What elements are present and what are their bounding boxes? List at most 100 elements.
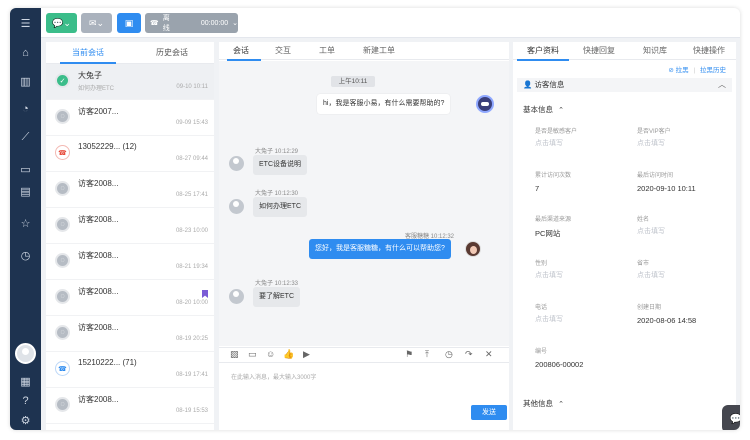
tab-current-conversations[interactable]: 当前会话 <box>46 42 130 63</box>
visitor-message: 要了解ETC <box>253 287 300 307</box>
tab-history-conversations[interactable]: 历史会话 <box>130 42 214 63</box>
field-label: 编号 <box>535 349 548 355</box>
emoji-icon[interactable]: ☺ <box>266 349 275 359</box>
send-button[interactable]: 发送 <box>471 405 507 420</box>
pie-chart-icon[interactable]: ◔ <box>10 98 41 120</box>
bar-chart-icon[interactable]: ▥ <box>10 70 41 92</box>
forward-icon[interactable]: ↷ <box>465 349 473 360</box>
conversation-name: 15210222... (71) <box>78 358 137 367</box>
image-icon[interactable]: ▨ <box>230 349 239 360</box>
apps-grid-icon[interactable]: ▦ <box>10 370 41 392</box>
tab-conversation[interactable]: 会话 <box>227 42 261 61</box>
wechat-channel-button[interactable]: 💬 ⌄ <box>46 13 77 33</box>
field-input[interactable]: 点击填写 <box>535 138 563 148</box>
tab-ticket[interactable]: 工单 <box>319 42 335 60</box>
mail-icon: ✉ <box>88 17 97 28</box>
block-links: ⊘ 拉黑 | 拉黑历史 <box>668 64 726 74</box>
phone-icon: ☎ <box>150 20 159 27</box>
field-input[interactable]: 点击填写 <box>535 314 563 324</box>
star-icon[interactable]: ☆ <box>10 212 41 234</box>
conversation-name: 大兔子 <box>78 71 102 80</box>
message-meta: 大兔子 10:12:30 <box>255 191 299 197</box>
history-clock-icon[interactable]: ◷ <box>445 349 453 360</box>
folder-icon[interactable]: ▭ <box>248 349 257 360</box>
field-input[interactable]: 点击填写 <box>637 138 665 148</box>
conversation-time: 08-25 17:41 <box>175 192 208 198</box>
clock-icon[interactable]: ◷ <box>10 244 41 266</box>
conversation-name: 访客2008... <box>78 179 119 188</box>
collapse-icon[interactable]: ⌃ <box>558 401 564 408</box>
video-icon[interactable]: ▶ <box>303 349 310 360</box>
conversation-item[interactable]: ◌ 访客2008... 08-23 10:00 <box>46 208 214 244</box>
field-value: 2020-08-06 14:58 <box>637 316 697 325</box>
tab-quick-reply[interactable]: 快捷回复 <box>583 42 615 60</box>
conversation-item[interactable]: ◌ 访客2008... 08-19 20:25 <box>46 316 214 352</box>
email-channel-button[interactable]: ✉ ⌄ <box>81 13 112 33</box>
field-label: 性别 <box>535 261 548 267</box>
conversation-item[interactable]: ◌ 访客2007... 09-09 15:43 <box>46 100 214 136</box>
web-visitor-icon: ◌ <box>55 289 70 304</box>
home-icon[interactable]: ⌂ <box>10 42 41 64</box>
field-input[interactable]: 点击填写 <box>637 270 665 280</box>
visitor-info-title: 访客信息 <box>534 80 565 89</box>
document-icon[interactable]: ▤ <box>10 180 41 202</box>
chevron-up-icon[interactable]: ︿ <box>718 78 726 92</box>
web-visitor-icon: ◌ <box>55 397 70 412</box>
field-label: 累计访问次数 <box>535 173 572 179</box>
monitor-icon[interactable]: ▭ <box>10 158 41 180</box>
conversation-item[interactable]: ◌ 访客2008... 08-19 15:53 <box>46 388 214 424</box>
thumbs-up-icon[interactable]: 👍 <box>283 349 294 360</box>
other-info-title: 其他信息 ⌃ <box>523 399 564 408</box>
conversation-item[interactable]: ☎ 13052229... (12) 08-27 09:44 <box>46 136 214 172</box>
conversation-time: 08-23 10:00 <box>175 228 208 234</box>
visitor-info-header[interactable]: 👤 访客信息 ︿ <box>517 78 732 92</box>
block-history-link[interactable]: 拉黑历史 <box>700 67 726 74</box>
tab-quick-actions[interactable]: 快捷操作 <box>693 42 725 60</box>
visitor-message: 如何办理ETC <box>253 197 307 217</box>
input-toolbar: ▨ ▭ ☺ 👍 ▶ ⚑ ⤒ ◷ ↷ ✕ <box>219 347 509 363</box>
tab-knowledge-base[interactable]: 知识库 <box>643 42 667 60</box>
web-visitor-icon: ◌ <box>55 253 70 268</box>
tab-customer-profile[interactable]: 客户资料 <box>517 42 569 61</box>
missed-call-icon: ☎ <box>55 145 70 160</box>
field-input[interactable]: 点击填写 <box>535 270 563 280</box>
settings-icon[interactable]: ⚙ <box>10 409 41 430</box>
transfer-up-icon[interactable]: ⤒ <box>425 349 429 360</box>
message-channel-button[interactable]: ▣ <box>117 13 141 33</box>
conversation-time: 08-21 19:34 <box>175 264 208 270</box>
tab-new-ticket[interactable]: 新建工单 <box>363 42 395 60</box>
tab-interaction[interactable]: 交互 <box>275 42 291 60</box>
time-divider: 上午10:11 <box>331 76 375 87</box>
conversation-item[interactable]: ◌ 访客2008... 08-20 10:00 <box>46 280 214 316</box>
field-label: 创建日期 <box>637 305 662 311</box>
field-input[interactable]: 点击填写 <box>637 226 665 236</box>
chat-panel: 会话 交互 工单 新建工单 上午10:11 hi，我是客服小易，有什么需要帮助的… <box>219 42 509 430</box>
left-nav: ☰ ⌂ ▥ ◔ ⟋ ▭ ▤ ☆ ◷ ▦ ? ⚙ <box>10 8 41 430</box>
phone-status-button[interactable]: ☎ 离线 00:00:00 ⌄ <box>145 13 238 33</box>
conversation-item[interactable]: ✓ 大兔子 如何办理ETC 09-10 10:11 <box>46 64 214 100</box>
agent-avatar <box>465 241 481 257</box>
menu-icon[interactable]: ☰ <box>10 12 41 34</box>
agent-message: 您好，我是客服糖糖，有什么可以帮助您? <box>309 239 451 259</box>
collapse-icon[interactable]: ⌃ <box>558 107 564 114</box>
conversation-tabs: 当前会话 历史会话 <box>46 42 214 64</box>
conversation-time: 09-09 15:43 <box>175 120 208 126</box>
block-link[interactable]: ⊘ 拉黑 <box>668 67 688 74</box>
conversation-item[interactable]: ◌ 访客2008... 08-25 17:41 <box>46 172 214 208</box>
message-input[interactable]: 在此输入消息，最大输入3000字 <box>231 372 316 381</box>
bookmark-icon[interactable]: ⚑ <box>405 349 413 360</box>
field-label: 最后访问时间 <box>637 173 674 179</box>
message-area: 上午10:11 hi，我是客服小易，有什么需要帮助的? 大兔子 10:12:29… <box>219 61 509 346</box>
field-label: 姓名 <box>637 217 650 223</box>
bookmark-flag-icon <box>202 290 208 298</box>
user-avatar[interactable] <box>15 343 36 364</box>
conversation-item[interactable]: ◌ 访客2008... 08-21 19:34 <box>46 244 214 280</box>
conversation-item[interactable]: ☎ 15210222... (71) 08-19 17:41 <box>46 352 214 388</box>
line-chart-icon[interactable]: ⟋ <box>10 126 41 148</box>
top-toolbar: 💬 ⌄ ✉ ⌄ ▣ ☎ 离线 00:00:00 ⌄ <box>41 8 740 38</box>
close-icon[interactable]: ✕ <box>485 349 493 360</box>
app-window: ☰ ⌂ ▥ ◔ ⟋ ▭ ▤ ☆ ◷ ▦ ? ⚙ 💬 ⌄ ✉ ⌄ ▣ ☎ 离线 00:… <box>10 8 740 430</box>
floating-chat-button[interactable]: 💬 <box>722 405 740 430</box>
field-value: 7 <box>535 184 540 193</box>
message-meta: 大兔子 10:12:29 <box>255 149 299 155</box>
